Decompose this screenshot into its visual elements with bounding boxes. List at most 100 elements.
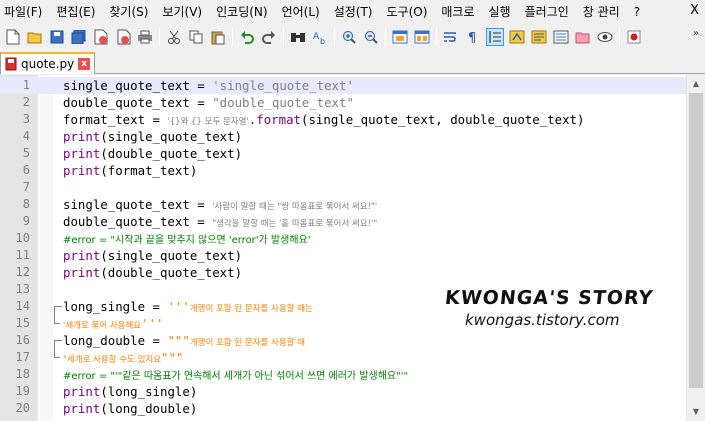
- code-line[interactable]: 9 double_quote_text = "생각을 말할 때는 '홑 따옴표로 …: [0, 213, 686, 230]
- comment: #error = "시작과 끝을 맞추지 않으면 'error'가 발생해요': [63, 235, 311, 246]
- menu-run[interactable]: 실행: [482, 1, 518, 23]
- menu-settings[interactable]: 설정(T): [327, 1, 380, 23]
- toolbar-separator: [283, 28, 284, 46]
- word-wrap-icon[interactable]: [442, 28, 460, 46]
- code-line[interactable]: 10 #error = "시작과 끝을 맞추지 않으면 'error'가 발생해요…: [0, 230, 686, 247]
- redo-icon[interactable]: [260, 28, 278, 46]
- function-list-icon[interactable]: [552, 28, 570, 46]
- code-text: (single_quote_text, double_quote_text): [301, 112, 585, 127]
- zoom-in-icon[interactable]: [340, 28, 358, 46]
- close-all-icon[interactable]: [114, 28, 132, 46]
- code-line[interactable]: 18 #error = "'"같은 따옴표가 연속해서 세개가 아닌 섞어서 쓰면…: [0, 366, 686, 383]
- code-line[interactable]: 19 print(long_single): [0, 383, 686, 400]
- line-number: 20: [15, 401, 30, 415]
- code-line[interactable]: 16 long_double = """개행이 포함 된 문자를 사용할 때: [0, 332, 686, 349]
- code-line[interactable]: 13: [0, 281, 686, 298]
- record-macro-icon[interactable]: [625, 28, 643, 46]
- code-line[interactable]: 7: [0, 179, 686, 196]
- folder-workspace-icon[interactable]: [574, 28, 592, 46]
- triple-quote: """: [161, 350, 184, 365]
- sync-vertical-icon[interactable]: [391, 28, 409, 46]
- code-line[interactable]: 1 single_quote_text = 'single_quote_text': [0, 77, 686, 94]
- menu-edit[interactable]: 편집(E): [49, 1, 102, 23]
- line-number: 12: [15, 265, 30, 279]
- code-line[interactable]: 14 long_single = '''개행이 포함 된 문자를 사용할 때는: [0, 298, 686, 315]
- builtin-print: print: [63, 163, 101, 178]
- toolbar-overflow-icon[interactable]: »: [693, 28, 699, 39]
- fold-start-marker[interactable]: [50, 332, 62, 349]
- code-line[interactable]: 11 print(single_quote_text): [0, 247, 686, 264]
- sync-horizontal-icon[interactable]: [413, 28, 431, 46]
- show-all-chars-icon[interactable]: ¶: [464, 28, 482, 46]
- line-number: 7: [22, 180, 30, 194]
- code-line[interactable]: 3 format_text = '{}와 {} 모두 문자열'.format(si…: [0, 111, 686, 128]
- paste-icon[interactable]: [209, 28, 227, 46]
- code-line[interactable]: 8 single_quote_text = '사람이 말할 때는 "쌍 따옴표로 …: [0, 196, 686, 213]
- string-literal: 개행이 포함 된 문자를 사용할 때: [189, 338, 305, 348]
- save-icon[interactable]: [48, 28, 66, 46]
- toolbar-separator: [334, 28, 335, 46]
- tab-close-button[interactable]: x: [78, 58, 91, 70]
- code-editor[interactable]: 1 single_quote_text = 'single_quote_text'…: [0, 75, 686, 421]
- doc-map-icon[interactable]: [530, 28, 548, 46]
- svg-text:A: A: [313, 32, 320, 42]
- menu-plugins[interactable]: 플러그인: [518, 1, 576, 23]
- close-icon[interactable]: [92, 28, 110, 46]
- save-all-icon[interactable]: [70, 28, 88, 46]
- code-line[interactable]: 5 print(double_quote_text): [0, 145, 686, 162]
- vertical-scrollbar[interactable]: ▲ ▼: [686, 75, 705, 421]
- new-file-icon[interactable]: [4, 28, 22, 46]
- monitoring-icon[interactable]: [596, 28, 614, 46]
- line-number: 18: [15, 367, 30, 381]
- scrollbar-thumb[interactable]: [689, 93, 703, 388]
- menu-macro[interactable]: 매크로: [434, 1, 481, 23]
- code-line[interactable]: 17 "세개로 사용할 수도 있지요""": [0, 349, 686, 366]
- method-name: .format: [248, 112, 301, 127]
- close-document-button[interactable]: X: [690, 3, 699, 18]
- line-number: 10: [15, 231, 30, 245]
- builtin-print: print: [63, 401, 101, 416]
- line-number: 4: [22, 129, 30, 143]
- string-literal: '{}와 {} 모두 문자열': [167, 117, 249, 127]
- menu-view[interactable]: 보기(V): [155, 1, 209, 23]
- code-line[interactable]: 20 print(long_double): [0, 400, 686, 417]
- user-language-icon[interactable]: [508, 28, 526, 46]
- line-number: 13: [15, 282, 30, 296]
- menu-tools[interactable]: 도구(O): [380, 1, 435, 23]
- scroll-up-arrow-icon[interactable]: ▲: [687, 75, 705, 92]
- code-line[interactable]: 6 print(format_text): [0, 162, 686, 179]
- indent-guide-icon[interactable]: [486, 28, 504, 46]
- menu-search[interactable]: 찾기(S): [102, 1, 155, 23]
- menu-encoding[interactable]: 인코딩(N): [209, 1, 274, 23]
- line-number: 19: [15, 384, 30, 398]
- scroll-down-arrow-icon[interactable]: ▼: [687, 403, 705, 420]
- tab-label: quote.py: [21, 57, 75, 71]
- find-icon[interactable]: [289, 28, 307, 46]
- code-text: (single_quote_text): [100, 129, 243, 144]
- print-icon[interactable]: [136, 28, 154, 46]
- menu-window[interactable]: 창 관리: [576, 1, 627, 23]
- code-text: long_double =: [63, 333, 168, 348]
- menu-bar: 파일(F) 편집(E) 찾기(S) 보기(V) 인코딩(N) 언어(L) 설정(…: [0, 0, 705, 24]
- line-number: 17: [15, 350, 30, 364]
- code-text: (double_quote_text): [100, 265, 243, 280]
- tab-bar: quote.py x: [0, 50, 705, 74]
- fold-start-marker[interactable]: [50, 298, 62, 315]
- undo-icon[interactable]: [238, 28, 256, 46]
- open-file-icon[interactable]: [26, 28, 44, 46]
- code-line[interactable]: 12 print(double_quote_text): [0, 264, 686, 281]
- menu-file[interactable]: 파일(F): [0, 1, 49, 23]
- tab-quote-py[interactable]: quote.py x: [0, 52, 96, 74]
- line-number: 8: [22, 197, 30, 211]
- line-number: 11: [15, 248, 30, 262]
- copy-icon[interactable]: [187, 28, 205, 46]
- menu-language[interactable]: 언어(L): [275, 1, 327, 23]
- replace-icon[interactable]: Ab: [311, 28, 329, 46]
- code-line[interactable]: 4 print(single_quote_text): [0, 128, 686, 145]
- code-line[interactable]: 15 '세개로 묶어 사용해요''': [0, 315, 686, 332]
- comment: #error = "'"같은 따옴표가 연속해서 세개가 아닌 섞어서 쓰면 에…: [63, 371, 409, 382]
- code-line[interactable]: 2 double_quote_text = "double_quote_text": [0, 94, 686, 111]
- menu-help[interactable]: ?: [627, 1, 647, 23]
- zoom-out-icon[interactable]: [362, 28, 380, 46]
- cut-icon[interactable]: [165, 28, 183, 46]
